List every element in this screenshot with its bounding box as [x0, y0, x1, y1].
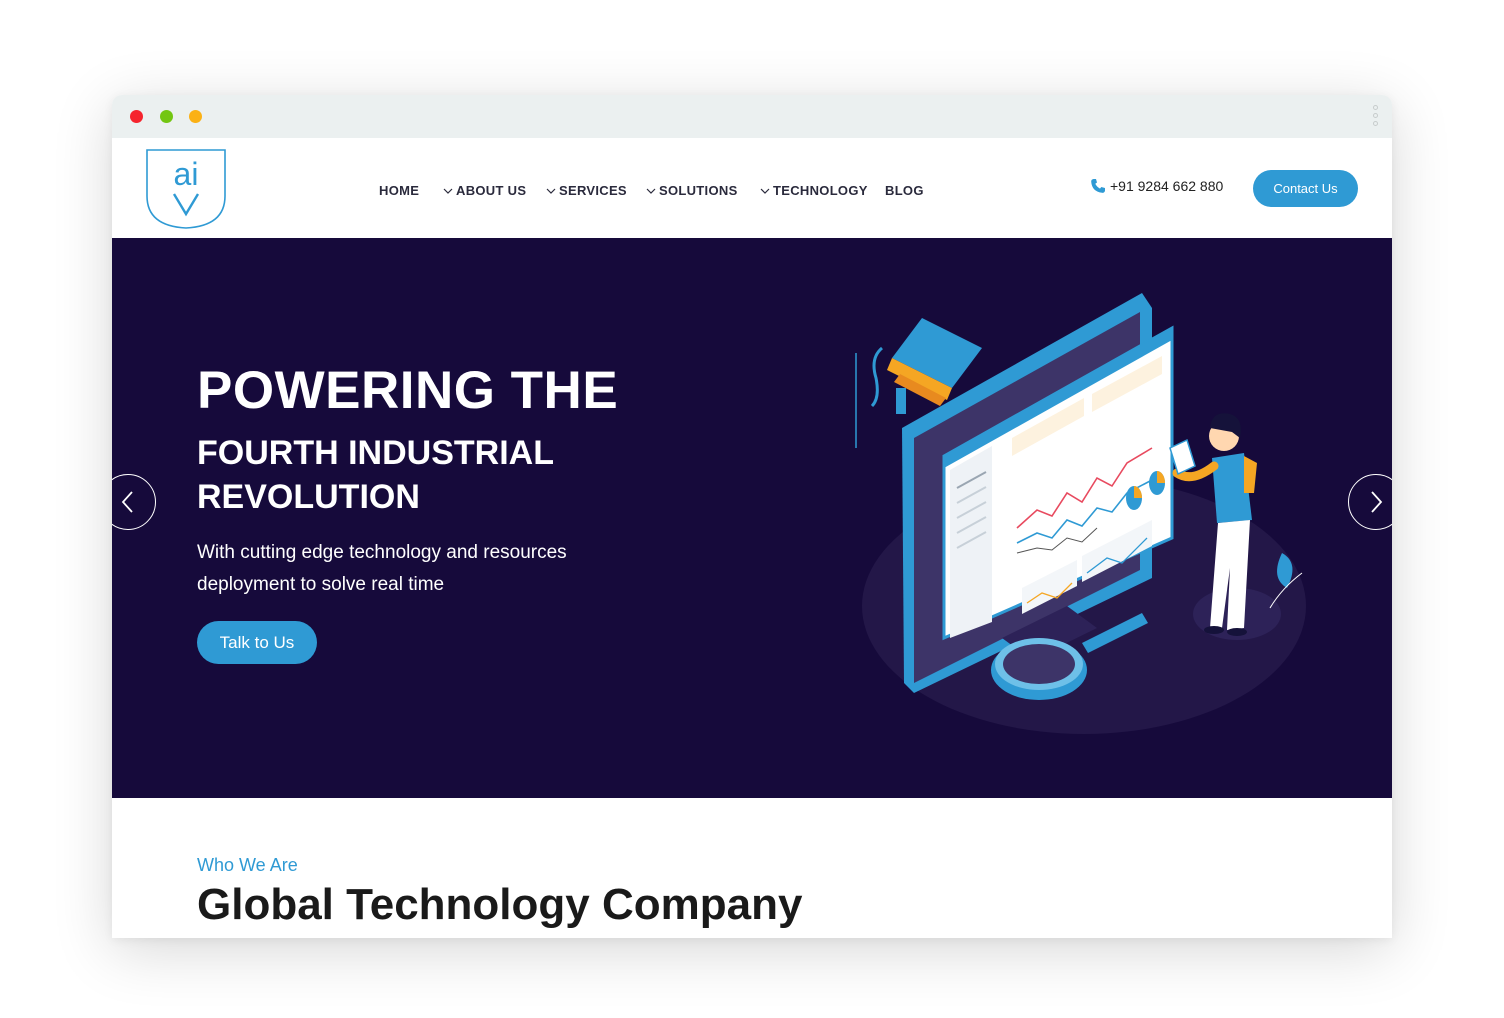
close-window-dot[interactable] [130, 110, 143, 123]
hero-subtitle-title: FOURTH INDUSTRIAL REVOLUTION [197, 434, 554, 516]
chevron-left-icon [121, 491, 133, 513]
nav-about-us[interactable]: ABOUT US [443, 183, 526, 198]
browser-titlebar [112, 95, 1392, 138]
phone-link[interactable]: +91 9284 662 880 [1090, 178, 1223, 194]
svg-text:ai: ai [174, 156, 199, 192]
nav-services-label: SERVICES [559, 183, 627, 198]
nav-home-label: HOME [379, 183, 420, 198]
slider-prev-button[interactable] [112, 474, 156, 530]
more-options-icon[interactable] [1370, 105, 1380, 129]
hero-slider: POWERING THE FOURTH INDUSTRIAL REVOLUTIO… [112, 238, 1392, 798]
chevron-down-icon [546, 188, 556, 194]
nav-solutions[interactable]: SOLUTIONS [646, 183, 738, 198]
nav-blog[interactable]: BLOG [885, 183, 924, 198]
minimize-window-dot[interactable] [189, 110, 202, 123]
chevron-down-icon [646, 188, 656, 194]
site-header: ai HOME ABOUT US SERVICES SOLUTIONS TECH… [112, 138, 1392, 238]
nav-technology[interactable]: TECHNOLOGY [760, 183, 868, 198]
nav-technology-label: TECHNOLOGY [773, 183, 868, 198]
browser-window: ai HOME ABOUT US SERVICES SOLUTIONS TECH… [112, 95, 1392, 938]
nav-services[interactable]: SERVICES [546, 183, 627, 198]
chevron-right-icon [1371, 491, 1383, 513]
nav-solutions-label: SOLUTIONS [659, 183, 738, 198]
hero-description: With cutting edge technology and resourc… [197, 542, 567, 595]
maximize-window-dot[interactable] [160, 110, 173, 123]
contact-us-button[interactable]: Contact Us [1253, 170, 1358, 207]
slider-next-button[interactable] [1348, 474, 1392, 530]
nav-about-us-label: ABOUT US [456, 183, 527, 198]
talk-to-us-button[interactable]: Talk to Us [197, 621, 317, 664]
phone-icon [1091, 179, 1105, 193]
section-title: Global Technology Company [197, 880, 803, 929]
analytics-illustration [855, 293, 1306, 734]
company-logo[interactable]: ai [145, 148, 227, 230]
talk-to-us-label: Talk to Us [219, 632, 295, 652]
chevron-down-icon [760, 188, 770, 194]
nav-home[interactable]: HOME [379, 183, 419, 198]
nav-blog-label: BLOG [885, 183, 924, 198]
section-eyebrow: Who We Are [197, 855, 298, 875]
hero-title: POWERING THE [197, 361, 619, 420]
contact-us-label: Contact Us [1273, 181, 1338, 196]
chevron-down-icon [443, 188, 453, 194]
phone-number: +91 9284 662 880 [1110, 178, 1224, 194]
